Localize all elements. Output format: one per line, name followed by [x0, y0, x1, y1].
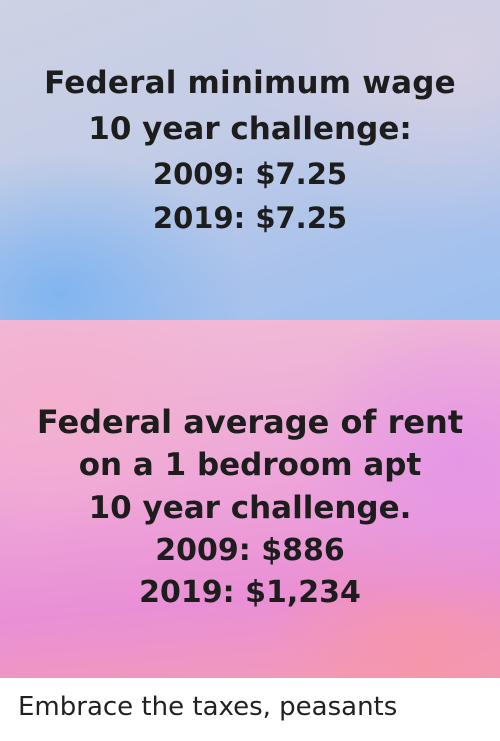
caption-text: Embrace the taxes, peasants [18, 692, 398, 722]
rent-challenge: 10 year challenge. [88, 490, 412, 526]
minimum-wage-panel: Federal minimum wage 10 year challenge: … [0, 0, 500, 320]
minimum-wage-subtitle: 10 year challenge: [88, 111, 412, 147]
rent-2019: 2019: $1,234 [139, 575, 361, 610]
rent-subtitle: on a 1 bedroom apt [78, 447, 422, 483]
minimum-wage-2019: 2019: $7.25 [152, 201, 348, 235]
rent-title: Federal average of rent [36, 403, 464, 441]
rent-panel: Federal average of rent on a 1 bedroom a… [0, 320, 500, 678]
meme-page: Federal minimum wage 10 year challenge: … [0, 0, 500, 741]
minimum-wage-2009: 2009: $7.25 [152, 157, 348, 191]
minimum-wage-title: Federal minimum wage [44, 65, 456, 101]
rent-2009: 2009: $886 [155, 533, 345, 568]
